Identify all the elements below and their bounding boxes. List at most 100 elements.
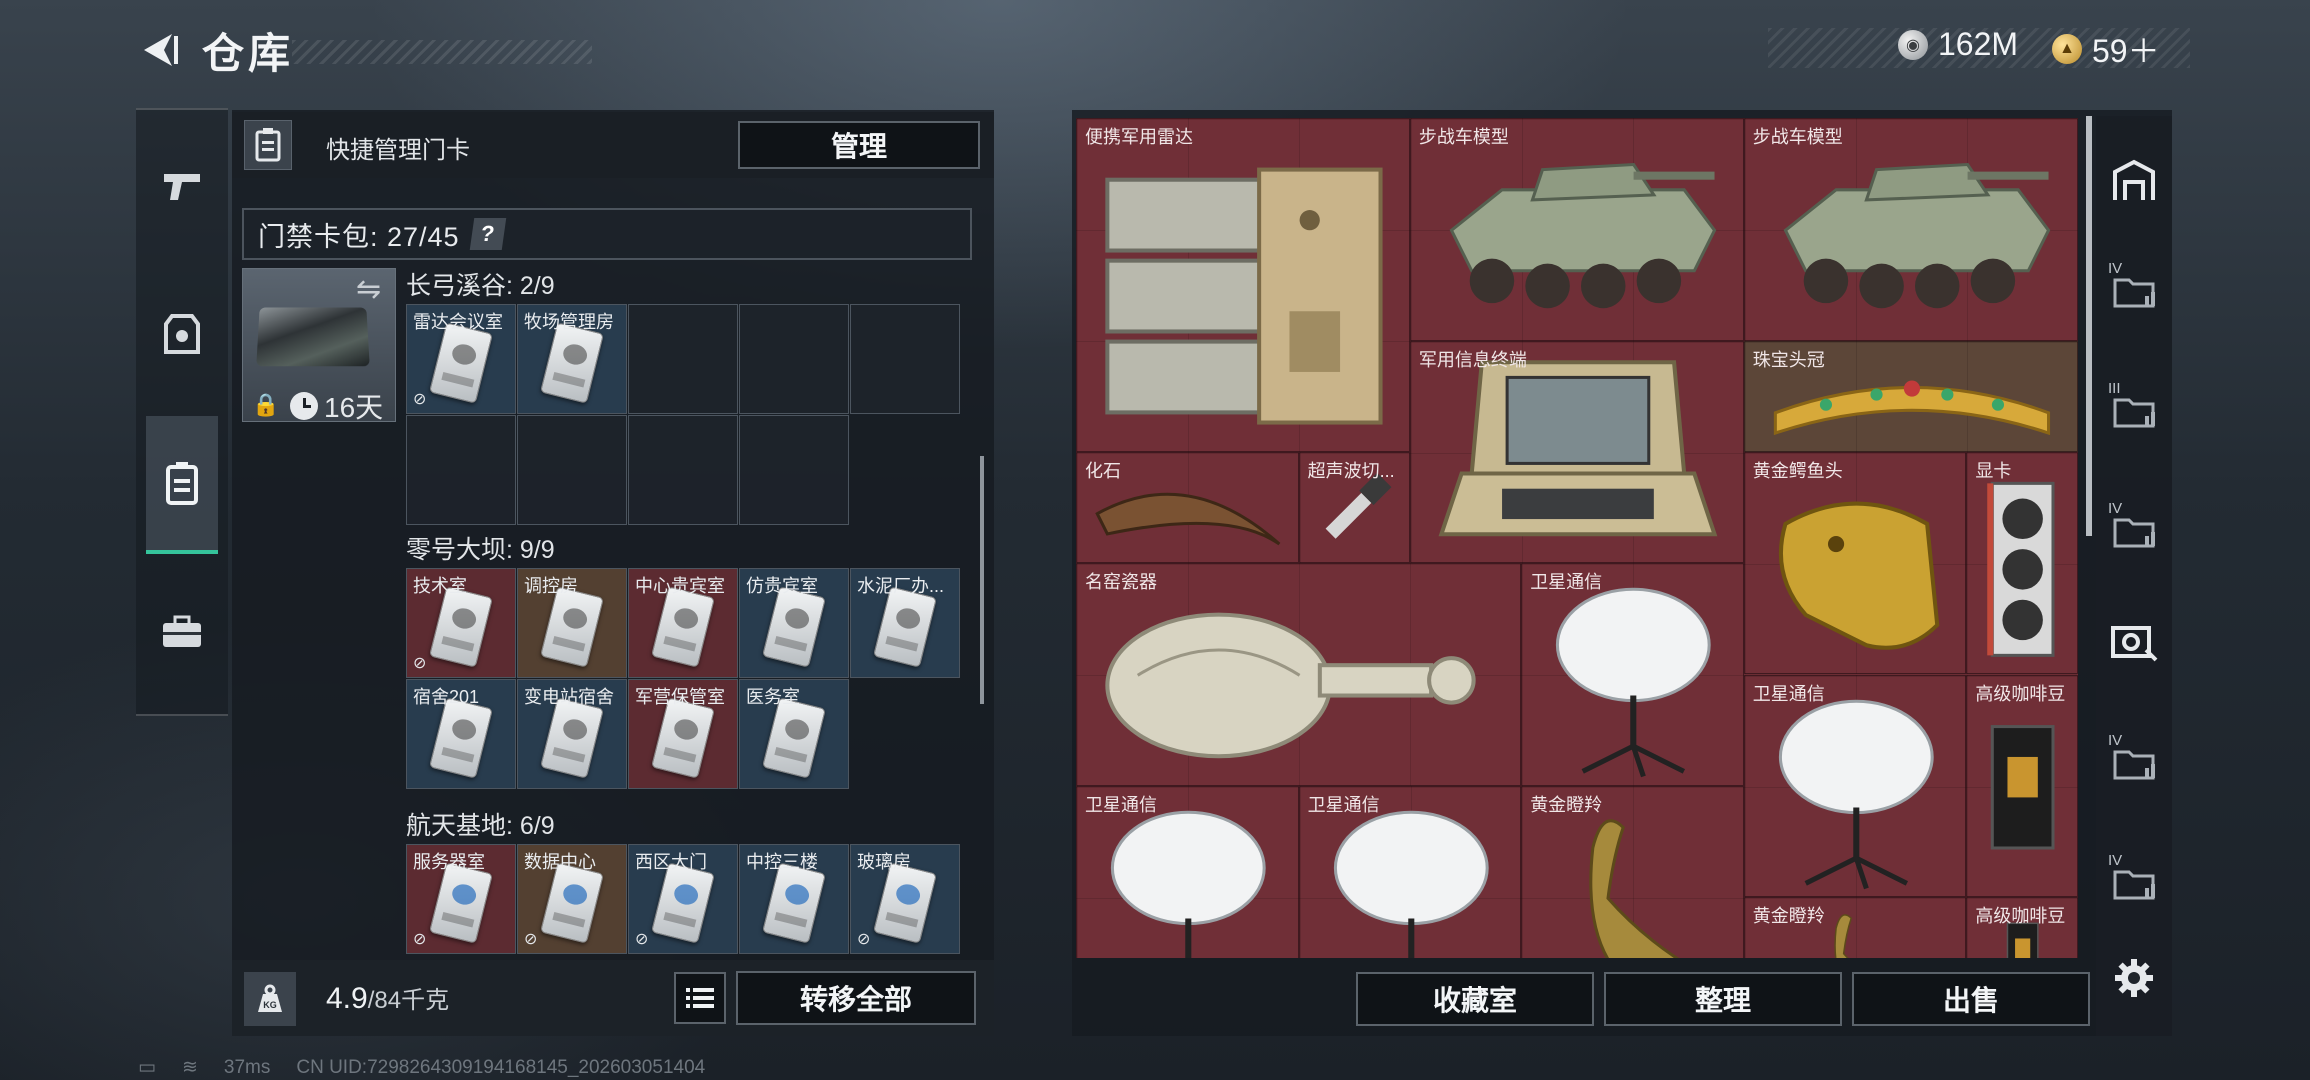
keycard-slot[interactable]: 中心贵宾室 xyxy=(628,568,738,678)
keycard-slot[interactable]: 宿舍201 xyxy=(406,679,516,789)
back-button[interactable] xyxy=(130,22,190,78)
stash-item[interactable]: 卫星通信 xyxy=(1744,675,1967,898)
stash-item[interactable]: 步战车模型 xyxy=(1410,118,1744,341)
armor-icon xyxy=(162,312,202,356)
stash-item[interactable]: 名窑瓷器 xyxy=(1076,563,1521,786)
gold-coin-icon: ▲ xyxy=(2052,34,2082,64)
empty-keycard-slot[interactable] xyxy=(850,304,960,414)
keycard-slot-label: 宿舍201 xyxy=(413,683,513,709)
storage-slot-button[interactable] xyxy=(2106,382,2162,438)
keycard-icon xyxy=(255,128,281,162)
empty-keycard-slot[interactable] xyxy=(739,415,849,525)
storage-slot-button[interactable] xyxy=(2106,502,2162,558)
empty-keycard-slot[interactable] xyxy=(406,415,516,525)
silver-currency[interactable]: ◉ 162M xyxy=(1898,26,2018,63)
weight-capacity: /84千克 xyxy=(368,987,449,1014)
sort-button[interactable]: 整理 xyxy=(1604,972,1842,1026)
weapon-tab[interactable] xyxy=(146,150,218,222)
keycard-slot[interactable]: 玻璃房 ⊘ xyxy=(850,844,960,954)
stash-item[interactable]: 高级咖啡豆 xyxy=(1966,675,2077,898)
stash-item-label: 显卡 xyxy=(1975,457,2011,483)
keycard-slot[interactable]: 中控三楼 xyxy=(739,844,849,954)
keycard-image xyxy=(540,862,604,943)
keycard-slot[interactable]: 雷达会议室 ⊘ xyxy=(406,304,516,414)
keycard-tab[interactable] xyxy=(146,416,218,554)
no-card-icon: ⊘ xyxy=(635,929,648,949)
briefcase-icon xyxy=(161,615,203,649)
keycard-slot-label: 数据中心 xyxy=(524,848,624,874)
keycard-image xyxy=(651,697,715,778)
gold-currency[interactable]: ▲ 59＋ xyxy=(2052,26,2160,72)
stash-item[interactable]: 卫星通信 xyxy=(1299,786,1522,958)
empty-keycard-slot[interactable] xyxy=(628,415,738,525)
keycard-slot-label: 玻璃房 xyxy=(857,848,957,874)
keycard-slot-label: 医务室 xyxy=(746,683,846,709)
keycard-slot-label: 中心贵宾室 xyxy=(635,572,735,598)
keycard-slot[interactable]: 军营保管室 xyxy=(628,679,738,789)
case-tab[interactable] xyxy=(146,596,218,668)
keycard-slot[interactable]: 服务器室 ⊘ xyxy=(406,844,516,954)
stash-item[interactable]: 便携军用雷达 xyxy=(1076,118,1410,452)
keycard-slot[interactable]: 调控房 xyxy=(517,568,627,678)
stash-item[interactable]: 超声波切... xyxy=(1299,452,1410,563)
keycard-slot[interactable]: 水泥厂办... xyxy=(850,568,960,678)
keycard-slot-label: 仿贵宾室 xyxy=(746,572,846,598)
stash-item[interactable]: 军用信息终端 xyxy=(1410,341,1744,564)
keycard-slot[interactable]: 医务室 xyxy=(739,679,849,789)
stash-item-label: 卫星通信 xyxy=(1085,791,1157,817)
keycard-slot[interactable]: 数据中心 ⊘ xyxy=(517,844,627,954)
stash-item[interactable]: 黄金瞪羚 xyxy=(1521,786,1744,958)
gold-amount: 59＋ xyxy=(2092,26,2160,72)
stash-item[interactable]: 显卡 xyxy=(1966,452,2077,675)
keycard-pack-bar: 门禁卡包: 27/45 ? xyxy=(242,208,972,260)
stash-scrollbar[interactable] xyxy=(2086,116,2092,536)
transfer-all-button[interactable]: 转移全部 xyxy=(736,971,976,1025)
settings-button[interactable] xyxy=(2106,950,2162,1006)
swap-icon[interactable]: ⇋ xyxy=(356,272,381,307)
keycard-slot[interactable]: 牧场管理房 xyxy=(517,304,627,414)
storage-slot-button[interactable] xyxy=(2106,262,2162,318)
keycard-slot[interactable]: 技术室 ⊘ xyxy=(406,568,516,678)
stash-item-label: 军用信息终端 xyxy=(1419,346,1527,372)
help-button[interactable]: ? xyxy=(469,218,505,250)
storage-slot-button[interactable] xyxy=(2106,734,2162,790)
keycard-slot[interactable]: 西区大门 ⊘ xyxy=(628,844,738,954)
stash-item[interactable]: 卫星通信 xyxy=(1076,786,1299,958)
keycard-slot-label: 中控三楼 xyxy=(746,848,846,874)
keycard-slot[interactable]: 仿贵宾室 xyxy=(739,568,849,678)
croc-image xyxy=(1745,453,1968,681)
collection-filter-button[interactable] xyxy=(2106,614,2162,670)
stash-item[interactable]: 黄金瞪羚 xyxy=(1744,897,1967,958)
stash-item[interactable]: 卫星通信 xyxy=(1521,563,1744,786)
keycard-slot-label: 牧场管理房 xyxy=(524,308,624,334)
empty-keycard-slot[interactable] xyxy=(739,304,849,414)
stash-item[interactable]: 珠宝头冠 xyxy=(1744,341,2078,452)
svg-text:KG: KG xyxy=(263,1000,277,1010)
equipment-tab[interactable] xyxy=(146,298,218,370)
keycard-slot[interactable]: 变电站宿舍 xyxy=(517,679,627,789)
collection-room-button[interactable]: 收藏室 xyxy=(1356,972,1594,1026)
storage-home-button[interactable] xyxy=(2106,152,2162,208)
storage-slot-button[interactable] xyxy=(2106,854,2162,910)
keycard-image xyxy=(540,322,604,403)
stash-item[interactable]: 化石 xyxy=(1076,452,1299,563)
keycard-icon xyxy=(165,461,199,505)
manage-button[interactable]: 管理 xyxy=(738,121,980,169)
page-title: 仓库 xyxy=(202,20,294,81)
stash-item[interactable]: 高级咖啡豆 xyxy=(1966,897,2077,958)
keycard-slot-label: 雷达会议室 xyxy=(413,308,513,334)
bag-timer-text: 16天 xyxy=(324,386,383,426)
sell-button[interactable]: 出售 xyxy=(1852,972,2090,1026)
empty-keycard-slot[interactable] xyxy=(517,415,627,525)
empty-keycard-slot[interactable] xyxy=(628,304,738,414)
stash-item[interactable]: 黄金鳄鱼头 xyxy=(1744,452,1967,675)
stash-item-label: 卫星通信 xyxy=(1308,791,1380,817)
keycard-slot-label: 军营保管室 xyxy=(635,683,735,709)
list-view-button[interactable] xyxy=(674,972,726,1024)
keycard-scrollbar[interactable] xyxy=(980,456,984,704)
keycard-group-title: 航天基地: 6/9 xyxy=(406,806,555,842)
keycard-image xyxy=(873,862,937,943)
stash-item[interactable]: 步战车模型 xyxy=(1744,118,2078,341)
no-card-icon: ⊘ xyxy=(413,653,426,673)
folder-icon xyxy=(2111,742,2157,782)
